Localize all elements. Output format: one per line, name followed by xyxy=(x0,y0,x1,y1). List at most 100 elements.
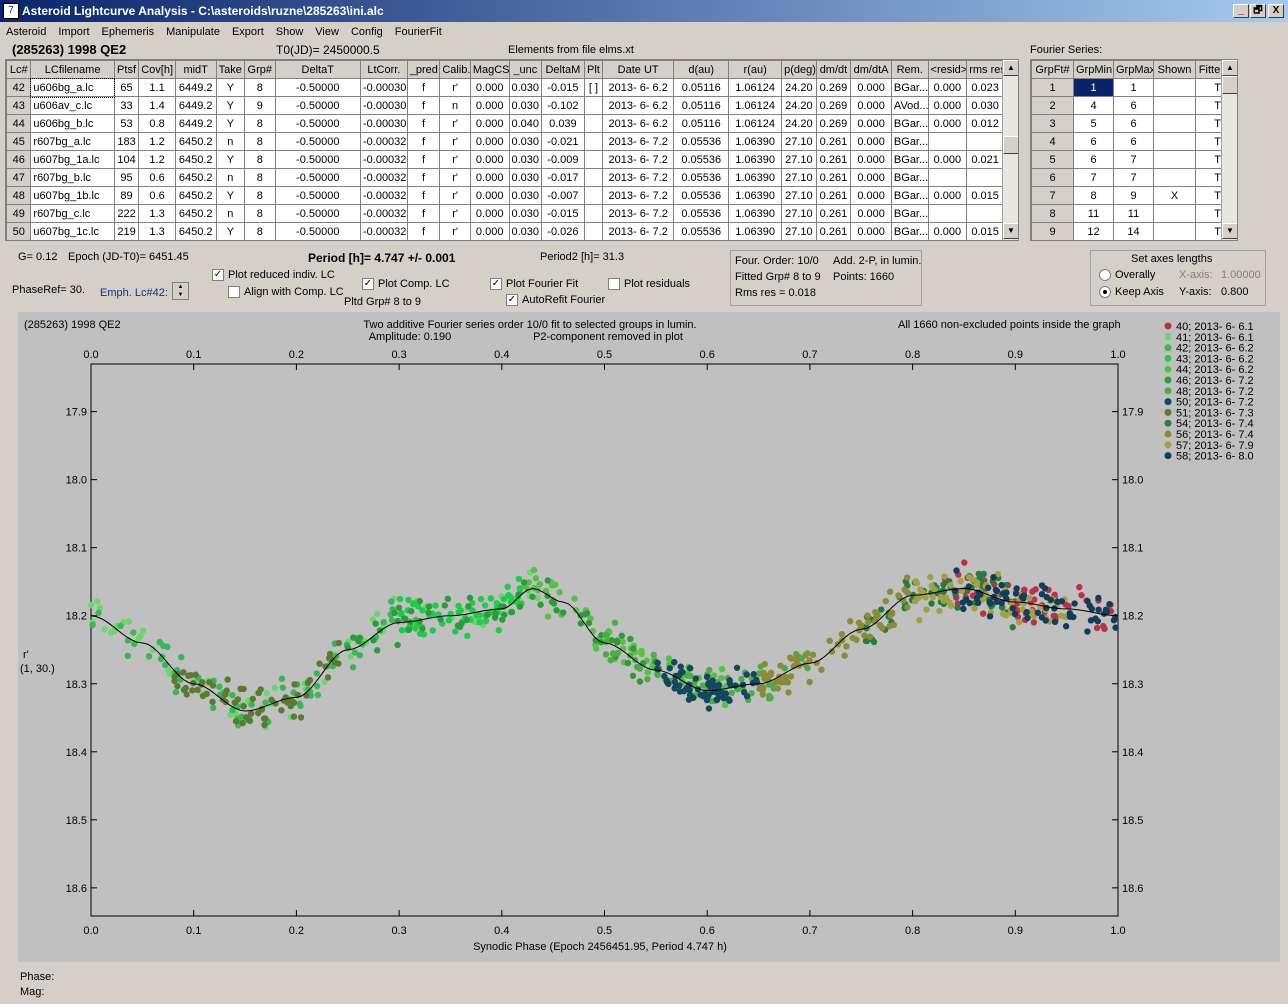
lc-column-header[interactable]: rms res xyxy=(966,60,1004,79)
lc-cell[interactable] xyxy=(583,168,604,187)
fourier-cell[interactable]: 1 xyxy=(1073,78,1114,97)
lc-cell[interactable]: BGar... xyxy=(890,132,929,151)
app-icon[interactable]: 7 xyxy=(3,3,19,19)
lc-cell[interactable]: 0.021 xyxy=(966,150,1004,169)
fourier-cell[interactable] xyxy=(1153,204,1196,223)
lc-cell[interactable]: 27.10 xyxy=(781,222,817,240)
fourier-table-scrollbar[interactable]: ▲ ▼ xyxy=(1221,60,1237,240)
lc-cell[interactable]: 0.000 xyxy=(927,222,968,240)
lc-column-header[interactable]: Lc# xyxy=(6,60,32,79)
lc-cell[interactable]: -0.015 xyxy=(541,204,585,223)
lc-cell[interactable]: f xyxy=(406,114,441,133)
lc-cell[interactable]: 222 xyxy=(113,204,140,223)
lc-cell[interactable]: BGar... xyxy=(890,222,929,240)
fourier-cell[interactable]: 11 xyxy=(1113,204,1154,223)
lc-cell[interactable]: 27.10 xyxy=(781,132,817,151)
lc-cell[interactable]: 0.261 xyxy=(815,186,852,205)
fourier-cell[interactable]: 2 xyxy=(1031,96,1074,115)
lc-cell[interactable]: 6449.2 xyxy=(174,96,217,115)
lc-cell[interactable]: 46 xyxy=(6,150,32,169)
lc-cell[interactable]: n xyxy=(439,96,471,115)
scroll-up-icon[interactable]: ▲ xyxy=(1003,60,1018,76)
lc-column-header[interactable]: Cov[h] xyxy=(138,60,176,79)
lc-cell[interactable]: 6450.2 xyxy=(174,150,217,169)
lc-cell[interactable]: 0.000 xyxy=(850,96,892,115)
lc-cell[interactable]: 27.10 xyxy=(781,204,817,223)
lc-cell[interactable]: -0.00030 xyxy=(359,114,408,133)
lc-cell[interactable] xyxy=(966,132,1004,151)
fourier-cell[interactable]: 14 xyxy=(1113,222,1154,240)
fourier-cell[interactable]: T xyxy=(1195,222,1224,240)
lc-column-header[interactable]: Plt xyxy=(583,60,604,79)
lc-cell[interactable]: r607bg_a.lc xyxy=(30,132,115,151)
lc-cell[interactable]: -0.00030 xyxy=(359,96,408,115)
lc-cell[interactable]: 6450.2 xyxy=(174,222,217,240)
fourier-cell[interactable]: 4 xyxy=(1073,96,1114,115)
fourier-cell[interactable]: 6 xyxy=(1113,114,1154,133)
lc-cell[interactable]: r' xyxy=(439,168,471,187)
lc-cell[interactable]: 1.06390 xyxy=(728,132,783,151)
fourier-cell[interactable]: T xyxy=(1195,150,1224,169)
emph-spinner[interactable]: ▲ ▼ xyxy=(172,282,189,300)
lc-cell[interactable] xyxy=(966,168,1004,187)
lc-cell[interactable]: f xyxy=(406,150,441,169)
fourier-table-row[interactable]: 111T xyxy=(1031,78,1224,97)
lc-cell[interactable]: u606bg_a.lc xyxy=(29,77,116,98)
lc-cell[interactable]: 0.05536 xyxy=(673,150,730,169)
lc-cell[interactable] xyxy=(966,204,1004,223)
lc-cell[interactable]: -0.00032 xyxy=(359,186,408,205)
plot-residuals-checkbox[interactable]: Plot residuals xyxy=(608,278,690,291)
lc-cell[interactable]: 0.040 xyxy=(508,114,543,133)
lc-cell[interactable]: BGar... xyxy=(890,150,929,169)
lc-cell[interactable]: 0.05536 xyxy=(673,132,730,151)
lc-cell[interactable]: 9 xyxy=(244,96,276,115)
lc-cell[interactable]: 2013- 6- 6.2 xyxy=(602,96,675,115)
lc-cell[interactable]: f xyxy=(406,204,441,223)
fourier-cell[interactable]: T xyxy=(1195,114,1224,133)
lc-cell[interactable]: Y xyxy=(215,150,246,169)
lc-cell[interactable]: 0.261 xyxy=(815,150,852,169)
lc-cell[interactable]: f xyxy=(406,222,441,240)
plot-fourier-checkbox[interactable]: ✓ Plot Fourier Fit xyxy=(490,278,578,291)
lc-cell[interactable]: 0.023 xyxy=(966,78,1004,97)
lc-cell[interactable]: 2013- 6- 7.2 xyxy=(602,204,675,223)
lc-column-header[interactable]: _pred. xyxy=(406,60,441,79)
lc-column-header[interactable]: <resid> xyxy=(927,60,968,79)
menu-ephemeris[interactable]: Ephemeris xyxy=(96,23,161,41)
lc-cell[interactable]: -0.50000 xyxy=(274,204,361,223)
overally-radio[interactable]: Overally xyxy=(1099,269,1155,282)
lc-table-row[interactable]: 46 u607bg_1a.lc 104 1.2 6450.2 Y 8 -0.50000 -0.0… xyxy=(6,150,1004,169)
lc-cell[interactable]: 27.10 xyxy=(781,150,817,169)
lc-cell[interactable] xyxy=(583,204,604,223)
lc-column-header[interactable]: Rem. xyxy=(890,60,929,79)
lc-cell[interactable]: -0.015 xyxy=(541,78,585,97)
lc-column-header[interactable]: Ptsf xyxy=(113,60,140,79)
scroll-up-icon[interactable]: ▲ xyxy=(1222,60,1237,76)
plot-reduced-checkbox[interactable]: ✓ Plot reduced indiv. LC xyxy=(212,269,335,282)
lc-cell[interactable]: 1.06390 xyxy=(728,150,783,169)
lc-cell[interactable]: -0.017 xyxy=(541,168,585,187)
lc-cell[interactable]: 0.05536 xyxy=(673,204,730,223)
lc-cell[interactable]: 53 xyxy=(113,114,140,133)
lc-cell[interactable]: 0.039 xyxy=(541,114,585,133)
lc-cell[interactable]: 219 xyxy=(113,222,140,240)
fourier-cell[interactable]: 7 xyxy=(1113,168,1154,187)
lc-cell[interactable]: 0.030 xyxy=(508,78,543,97)
lc-cell[interactable]: 0.012 xyxy=(966,114,1004,133)
lc-cell[interactable]: 27.10 xyxy=(781,186,817,205)
lc-cell[interactable]: 1.06390 xyxy=(728,168,783,187)
lc-cell[interactable]: 8 xyxy=(244,222,276,240)
menu-manipulate[interactable]: Manipulate xyxy=(160,23,226,41)
lc-cell[interactable] xyxy=(927,168,968,187)
fourier-column-header[interactable]: Fitte xyxy=(1195,60,1224,79)
lc-cell[interactable]: -0.50000 xyxy=(274,96,361,115)
menu-config[interactable]: Config xyxy=(345,23,389,41)
lc-cell[interactable]: -0.50000 xyxy=(274,168,361,187)
lc-cell[interactable]: BGar... xyxy=(890,186,929,205)
lc-cell[interactable]: f xyxy=(406,186,441,205)
lc-cell[interactable]: r' xyxy=(439,204,471,223)
lc-cell[interactable]: r' xyxy=(439,222,471,240)
fourier-cell[interactable]: 8 xyxy=(1073,186,1114,205)
close-button[interactable]: X xyxy=(1268,4,1284,18)
lc-column-header[interactable]: _unc xyxy=(508,60,543,79)
